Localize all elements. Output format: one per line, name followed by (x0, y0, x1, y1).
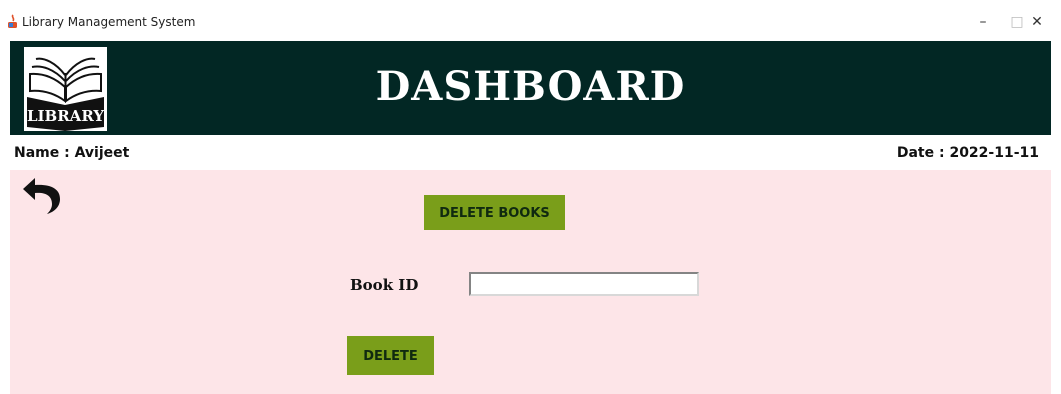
minimize-button[interactable]: – (968, 12, 998, 32)
delete-books-heading-button[interactable]: DELETE BOOKS (424, 195, 565, 230)
page-title: DASHBOARD (375, 63, 686, 110)
book-id-label: Book ID (350, 276, 419, 294)
java-app-icon (8, 14, 17, 28)
book-id-input[interactable] (469, 272, 699, 296)
current-date: Date : 2022-11-11 (896, 145, 1039, 161)
user-name: Name : Avijeet (14, 145, 130, 161)
window-titlebar: Library Management System – □ ✕ (0, 0, 1061, 40)
dashboard-header: LIBRARY DASHBOARD (10, 41, 1051, 135)
close-button[interactable]: ✕ (1022, 12, 1052, 32)
delete-books-panel: DELETE BOOKS Book ID DELETE (10, 170, 1051, 394)
user-info-row: Name : Avijeet Date : 2022-11-11 (10, 136, 1051, 170)
delete-button[interactable]: DELETE (347, 336, 434, 375)
undo-arrow-icon[interactable] (20, 174, 64, 216)
window-title: Library Management System (22, 15, 196, 29)
